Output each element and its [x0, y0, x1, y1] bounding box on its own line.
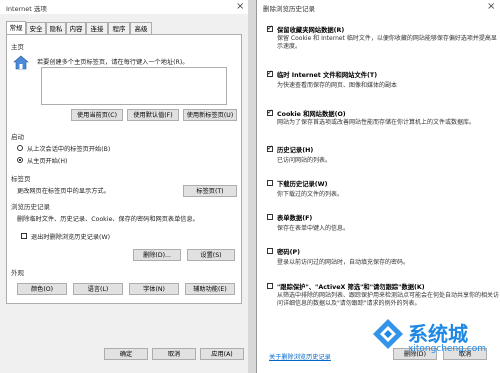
window-title: Internet 选项: [6, 5, 47, 13]
startup-section-label: 启动: [11, 133, 24, 141]
dialog-title: 删除浏览历史记录: [263, 5, 315, 13]
option-desc-passwords: 登录以前访问过的网站时，自动填充保存的密码。: [277, 259, 410, 266]
delete-on-exit-checkbox[interactable]: [21, 233, 27, 239]
startup-option-homepage: 从主页开始(H): [27, 158, 68, 165]
tab-general[interactable]: 常规: [6, 21, 26, 34]
apply-button[interactable]: 应用(A): [200, 348, 244, 360]
use-new-tab-button[interactable]: 使用新标签页(U): [183, 109, 237, 121]
watermark-text: 系统城: [408, 322, 468, 346]
option-title-history: 历史记录(H): [277, 147, 314, 154]
accessibility-button[interactable]: 辅助功能(E): [185, 283, 235, 295]
homepage-section-label: 主页: [11, 43, 24, 51]
option-title-cookies: Cookie 和网站数据(O): [277, 111, 346, 118]
cookies-checkbox[interactable]: [267, 108, 273, 116]
option-desc-tracking-protection: 从筛选中排除的网站列表、跟踪保护用来检测站点可能会在何处自动共享你的相关访问详细…: [277, 292, 500, 307]
startup-radio-homepage[interactable]: [17, 157, 23, 163]
watermark-url: xitongcheng.com: [408, 344, 486, 354]
watermark: 系统城 xitongcheng.com: [370, 316, 500, 373]
option-title-temp-files: 临时 Internet 文件和网站文件(T): [277, 72, 378, 79]
delete-on-exit-label: 退出时删除浏览历史记录(W): [31, 234, 111, 241]
option-title-form-data: 表单数据(F): [277, 215, 313, 222]
history-checkbox[interactable]: [267, 144, 273, 152]
history-description: 删除临时文件、历史记录、Cookie、保存的密码和网页表单信息。: [17, 216, 199, 223]
colors-button[interactable]: 颜色(O): [17, 283, 67, 295]
tab-advanced[interactable]: 高级: [130, 22, 152, 34]
tracking-protection-checkbox[interactable]: [267, 283, 273, 289]
option-title-passwords: 密码(P): [277, 249, 300, 256]
use-default-button[interactable]: 使用默认值(F): [127, 109, 179, 121]
use-current-button[interactable]: 使用当前页(C): [71, 109, 123, 121]
download-history-checkbox[interactable]: [267, 180, 273, 186]
tab-privacy[interactable]: 隐私: [46, 22, 66, 34]
house-icon: [13, 55, 29, 71]
option-desc-form-data: 保存在表单中键入的信息。: [277, 225, 350, 232]
watermark-logo-icon: [372, 318, 404, 350]
general-panel: 主页 若要创建多个主页标签页，请在每行键入一个地址(R)。 使用当前页(C) 使…: [6, 34, 242, 304]
passwords-checkbox[interactable]: [267, 248, 273, 254]
tab-connections[interactable]: 连接: [86, 22, 108, 34]
tab-programs[interactable]: 程序: [108, 22, 130, 34]
dialog-close-icon[interactable]: ×: [487, 1, 495, 12]
dialog-title-bar: 删除浏览历史记录 ×: [257, 0, 500, 14]
homepage-instruction: 若要创建多个主页标签页，请在每行键入一个地址(R)。: [37, 59, 189, 66]
option-desc-temp-files: 为快速查看而保存的网页、图像和媒体的副本: [277, 82, 398, 89]
form-data-checkbox[interactable]: [267, 214, 273, 220]
option-title-preserve-favorites: 保留收藏夹网站数据(R): [277, 27, 345, 34]
close-icon[interactable]: ×: [236, 1, 244, 12]
preserve-favorites-checkbox[interactable]: [267, 24, 273, 32]
history-section-label: 浏览历史记录: [11, 203, 50, 211]
languages-button[interactable]: 语言(L): [73, 283, 123, 295]
settings-button[interactable]: 设置(S): [187, 249, 235, 261]
temp-files-checkbox[interactable]: [267, 69, 273, 77]
startup-option-last-session: 从上次会话中的标签页开始(B): [27, 146, 111, 153]
tab-security[interactable]: 安全: [26, 22, 46, 34]
window-divider: [248, 0, 256, 373]
startup-radio-last-session[interactable]: [17, 145, 23, 151]
option-title-download-history: 下载历史记录(W): [277, 181, 328, 188]
option-desc-cookies: 网站为了保存首选项或改善网站性能而存储在你计算机上的文件或数据库。: [277, 119, 476, 126]
option-desc-preserve-favorites: 保留 Cookie 和 Internet 临时文件，以便你收藏的网站能够保存偏好…: [277, 35, 497, 50]
option-title-tracking-protection: "跟踪保护"、"ActiveX 筛选"和"请勿跟踪"数据(K): [277, 284, 425, 291]
option-desc-history: 已访问网站的列表。: [277, 157, 332, 164]
internet-options-window: Internet 选项 × 常规 安全 隐私 内容 连接 程序 高级 主页 若要…: [0, 0, 248, 373]
tabs-description: 更改网页在标签页中的显示方式。: [17, 188, 110, 195]
tab-content[interactable]: 内容: [66, 22, 86, 34]
appearance-section-label: 外观: [11, 269, 24, 277]
option-desc-download-history: 你下载过的文件的列表。: [277, 191, 344, 198]
ok-button[interactable]: 确定: [104, 348, 148, 360]
delete-button[interactable]: 删除(D)...: [133, 249, 181, 261]
tabs-section-label: 标签页: [11, 175, 31, 183]
tabs-button[interactable]: 标签页(T): [183, 185, 237, 197]
fonts-button[interactable]: 字体(N): [129, 283, 179, 295]
homepage-address-box[interactable]: [41, 67, 227, 105]
cancel-button[interactable]: 取消: [152, 348, 196, 360]
about-delete-history-link[interactable]: 关于删除浏览历史记录: [269, 352, 331, 361]
title-bar: Internet 选项 ×: [0, 0, 248, 14]
